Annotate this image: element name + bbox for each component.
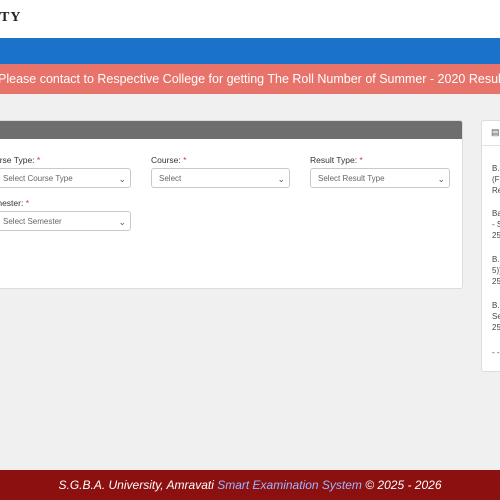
course-type-label: urse Type: * [0, 155, 41, 165]
course-type-field: urse Type: * Select Course Type ⌄ [0, 155, 131, 188]
result-type-placeholder: Select Result Type [318, 174, 385, 183]
course-type-placeholder: Select Course Type [3, 174, 73, 183]
list-icon: ▤ [491, 127, 500, 137]
course-select[interactable]: Select ⌄ [151, 168, 290, 188]
result-link-1[interactable]: B.E (Fi Re [492, 163, 500, 196]
chevron-down-icon: ⌄ [118, 174, 126, 184]
chevron-down-icon: ⌄ [277, 174, 285, 184]
result-type-select[interactable]: Select Result Type ⌄ [310, 168, 450, 188]
result-link-2[interactable]: Ba - S 25 [492, 208, 500, 241]
top-header: TY [0, 0, 500, 39]
required-marker: * [183, 155, 187, 165]
page-footer: S.G.B.A. University, Amravati Smart Exam… [0, 470, 500, 500]
university-brand[interactable]: TY [0, 10, 21, 26]
result-type-label: Result Type: * [310, 155, 363, 165]
footer-university: S.G.B.A. University, Amravati [58, 478, 218, 492]
required-marker: * [359, 155, 363, 165]
result-search-form: urse Type: * Select Course Type ⌄ Course… [0, 120, 463, 289]
latest-results-header: ▤ [482, 121, 500, 146]
notice-alert-text: Please contact to Respective College for… [0, 72, 500, 86]
semester-label: mester: * [0, 198, 30, 208]
course-type-select[interactable]: Select Course Type ⌄ [0, 168, 131, 188]
footer-copyright: © 2025 - 2026 [361, 478, 442, 492]
semester-select[interactable]: Select Semester ⌄ [0, 211, 131, 231]
result-link-4[interactable]: B.E Se 25 [492, 300, 500, 333]
required-marker: * [25, 198, 30, 208]
result-link-3[interactable]: B.E 5)) 25 [492, 254, 500, 287]
chevron-down-icon: ⌄ [437, 174, 445, 184]
latest-results-panel: ▤ B.E (Fi Re Ba - S 25 B.E 5)) 25 B.E Se… [481, 120, 500, 372]
course-label: Course: * [151, 155, 187, 165]
navigation-bar [0, 38, 500, 64]
chevron-down-icon: ⌄ [118, 217, 126, 227]
semester-placeholder: Select Semester [3, 217, 62, 226]
result-type-field: Result Type: * Select Result Type ⌄ [310, 155, 450, 188]
course-placeholder: Select [159, 174, 182, 183]
form-card-header [0, 121, 462, 139]
notice-alert: Please contact to Respective College for… [0, 64, 500, 94]
required-marker: * [36, 155, 41, 165]
course-field: Course: * Select ⌄ [151, 155, 290, 188]
more-results-link[interactable]: - - [492, 347, 500, 358]
semester-field: mester: * Select Semester ⌄ [0, 198, 131, 231]
footer-system-name: Smart Examination System [217, 478, 362, 492]
